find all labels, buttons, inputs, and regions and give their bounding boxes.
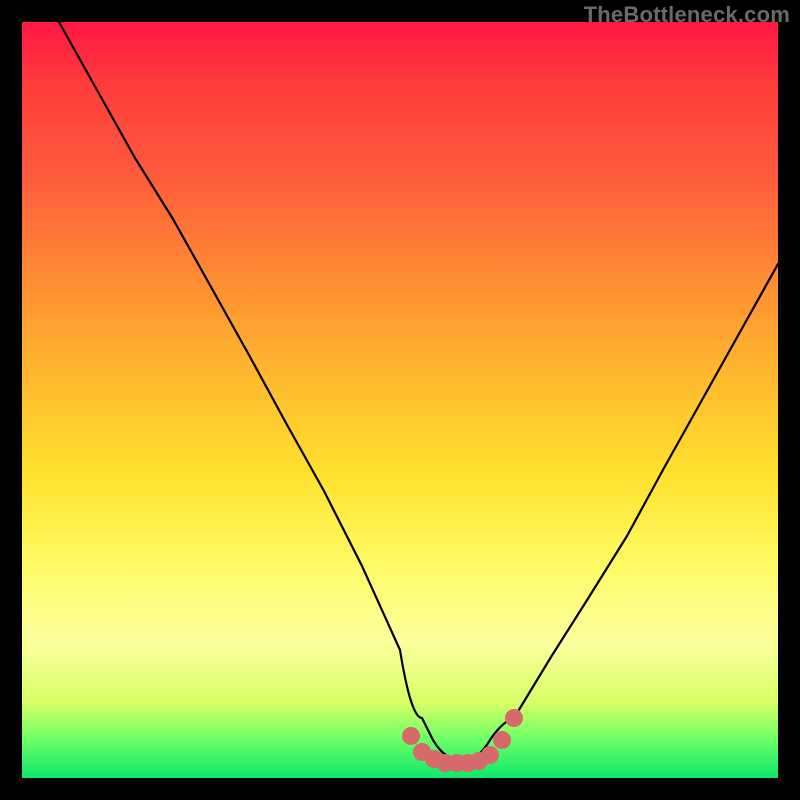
- chart-plot-area: [22, 22, 778, 778]
- bottleneck-curve-path: [59, 22, 778, 761]
- bottleneck-curve-svg: [22, 22, 778, 778]
- highlight-dot: [493, 731, 511, 749]
- highlight-dot: [481, 746, 499, 764]
- highlight-dot: [402, 727, 420, 745]
- chart-frame: TheBottleneck.com: [0, 0, 800, 800]
- highlight-dot: [505, 709, 523, 727]
- watermark-text: TheBottleneck.com: [584, 2, 790, 28]
